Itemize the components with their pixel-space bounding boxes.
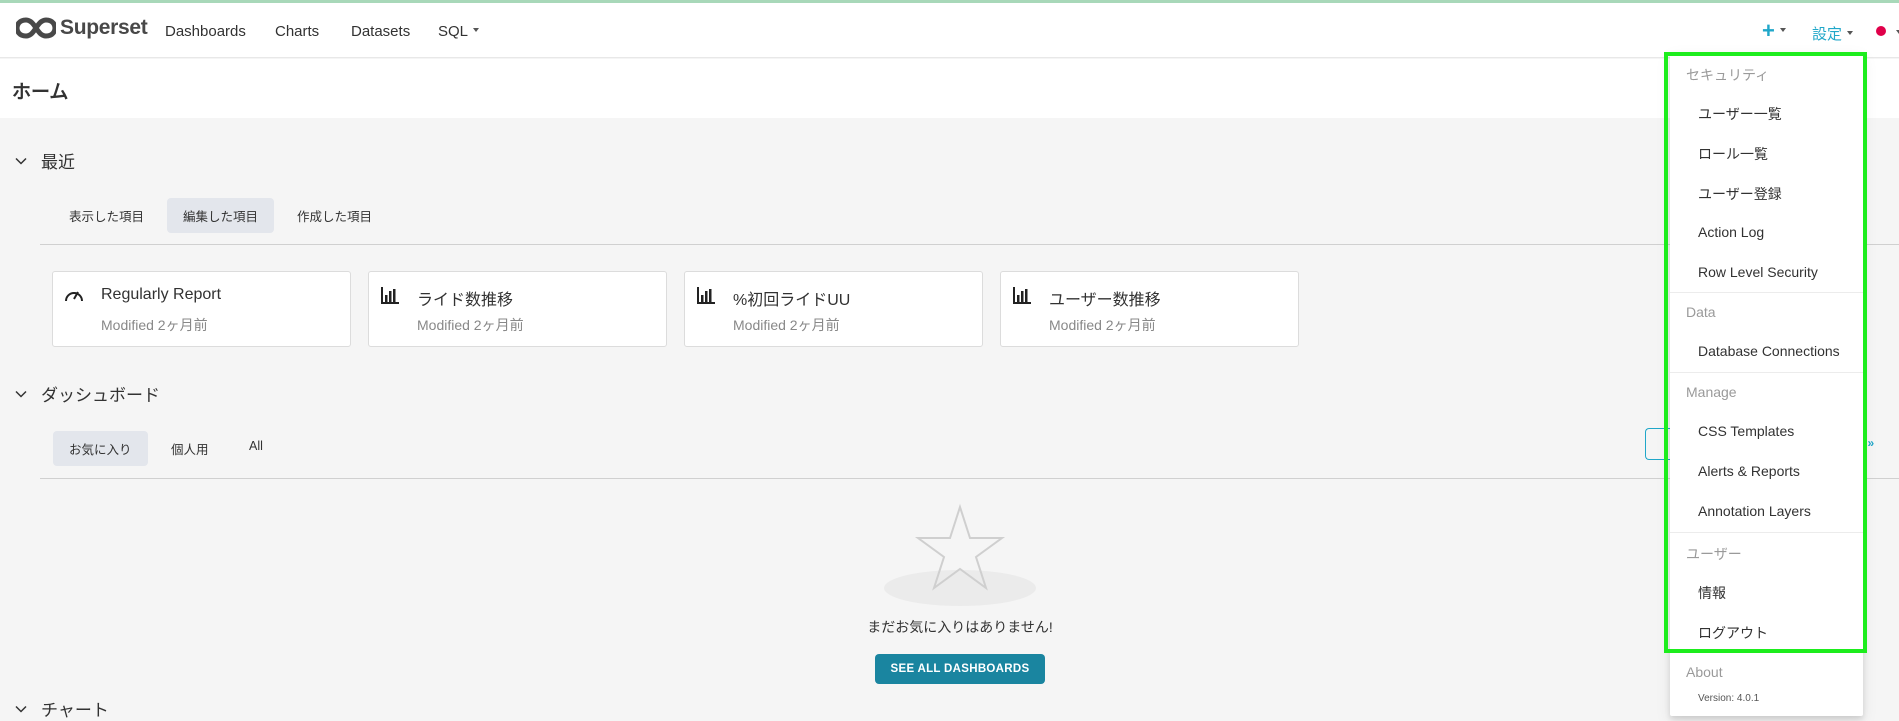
card-title: Regularly Report xyxy=(101,286,222,303)
recent-card[interactable]: Regularly Report Modified 2ヶ月前 xyxy=(52,271,351,347)
bar-chart-icon xyxy=(381,287,399,304)
recent-section-header[interactable]: 最近 xyxy=(15,148,75,173)
card-subtitle: Modified 2ヶ月前 xyxy=(1049,317,1156,333)
dashboards-heading: ダッシュボード xyxy=(41,386,160,405)
menu-divider xyxy=(1670,372,1863,373)
menu-group-about: About xyxy=(1686,664,1723,680)
menu-item-row-level-security[interactable]: Row Level Security xyxy=(1698,264,1818,280)
star-icon xyxy=(884,503,1036,606)
language-flag-icon[interactable] xyxy=(1876,26,1886,36)
chevron-down-icon xyxy=(15,390,27,398)
menu-group-security: セキュリティ xyxy=(1686,67,1770,83)
plus-icon: + xyxy=(1762,18,1775,43)
menu-item-user-registration[interactable]: ユーザー登録 xyxy=(1698,184,1782,204)
menu-item-database-connections[interactable]: Database Connections xyxy=(1698,343,1840,359)
card-title: ユーザー数推移 xyxy=(1049,292,1161,309)
menu-divider xyxy=(1670,292,1863,293)
brand-name: Superset xyxy=(60,16,148,39)
new-item-menu[interactable]: + xyxy=(1762,18,1786,44)
card-subtitle: Modified 2ヶ月前 xyxy=(733,317,840,333)
menu-item-roles[interactable]: ロール一覧 xyxy=(1698,144,1768,164)
card-subtitle: Modified 2ヶ月前 xyxy=(101,317,208,333)
menu-divider xyxy=(1670,532,1863,533)
top-navbar: Superset Dashboards Charts Datasets SQL … xyxy=(0,0,1899,58)
card-title: %初回ライドUU xyxy=(733,292,851,309)
tab-all[interactable]: All xyxy=(233,431,279,461)
nav-sql[interactable]: SQL xyxy=(438,23,480,40)
menu-group-data: Data xyxy=(1686,304,1716,320)
bar-chart-icon xyxy=(697,287,715,304)
tab-favorites[interactable]: お気に入り xyxy=(53,431,148,466)
tabs-divider xyxy=(40,478,1899,479)
menu-group-user: ユーザー xyxy=(1686,546,1742,562)
nav-dashboards[interactable]: Dashboards xyxy=(165,23,246,40)
charts-heading: チャート xyxy=(41,701,109,720)
card-title: ライド数推移 xyxy=(417,292,514,309)
page-header: ホーム xyxy=(0,59,1899,118)
menu-item-users[interactable]: ユーザー一覧 xyxy=(1698,104,1782,124)
version-text: Version: 4.0.1 xyxy=(1698,693,1760,704)
menu-item-info[interactable]: 情報 xyxy=(1698,583,1726,603)
page-title: ホーム xyxy=(12,82,69,103)
tab-created[interactable]: 作成した項目 xyxy=(281,198,388,233)
menu-item-css-templates[interactable]: CSS Templates xyxy=(1698,423,1794,439)
nav-sql-label: SQL xyxy=(438,23,469,40)
menu-item-annotation-layers[interactable]: Annotation Layers xyxy=(1698,503,1811,519)
settings-menu-trigger[interactable]: 設定 xyxy=(1812,23,1854,44)
nav-charts[interactable]: Charts xyxy=(275,23,319,40)
chevron-down-icon xyxy=(15,705,27,713)
menu-group-manage: Manage xyxy=(1686,384,1737,400)
see-all-dashboards-button[interactable]: SEE ALL DASHBOARDS xyxy=(875,654,1045,684)
tabs-divider xyxy=(40,244,1899,245)
settings-dropdown: セキュリティ ユーザー一覧 ロール一覧 ユーザー登録 Action Log Ro… xyxy=(1670,52,1863,716)
card-subtitle: Modified 2ヶ月前 xyxy=(417,317,524,333)
chevron-down-icon xyxy=(1847,31,1854,36)
chevron-down-icon xyxy=(1779,28,1786,33)
menu-item-action-log[interactable]: Action Log xyxy=(1698,224,1764,240)
superset-logo-icon xyxy=(16,17,56,39)
tab-edited[interactable]: 編集した項目 xyxy=(167,198,275,233)
recent-card[interactable]: ユーザー数推移 Modified 2ヶ月前 xyxy=(1000,271,1299,347)
chevron-down-icon xyxy=(473,28,480,33)
empty-favorites-text: まだお気に入りはありません! xyxy=(867,619,1053,635)
menu-item-logout[interactable]: ログアウト xyxy=(1698,623,1768,643)
recent-heading: 最近 xyxy=(41,153,75,172)
menu-item-alerts-reports[interactable]: Alerts & Reports xyxy=(1698,463,1800,479)
charts-section-header[interactable]: チャート xyxy=(15,696,109,721)
recent-card[interactable]: ライド数推移 Modified 2ヶ月前 xyxy=(368,271,667,347)
bar-chart-icon xyxy=(1013,287,1031,304)
brand-logo[interactable]: Superset xyxy=(16,16,148,40)
tab-viewed[interactable]: 表示した項目 xyxy=(53,198,160,233)
tab-mine[interactable]: 個人用 xyxy=(155,431,225,466)
nav-datasets[interactable]: Datasets xyxy=(351,23,410,40)
dashboards-section-header[interactable]: ダッシュボード xyxy=(15,381,160,406)
dashboard-gauge-icon xyxy=(65,291,83,302)
recent-card[interactable]: %初回ライドUU Modified 2ヶ月前 xyxy=(684,271,983,347)
menu-divider xyxy=(1670,652,1863,653)
settings-label: 設定 xyxy=(1812,26,1843,43)
chevron-down-icon xyxy=(15,157,27,165)
